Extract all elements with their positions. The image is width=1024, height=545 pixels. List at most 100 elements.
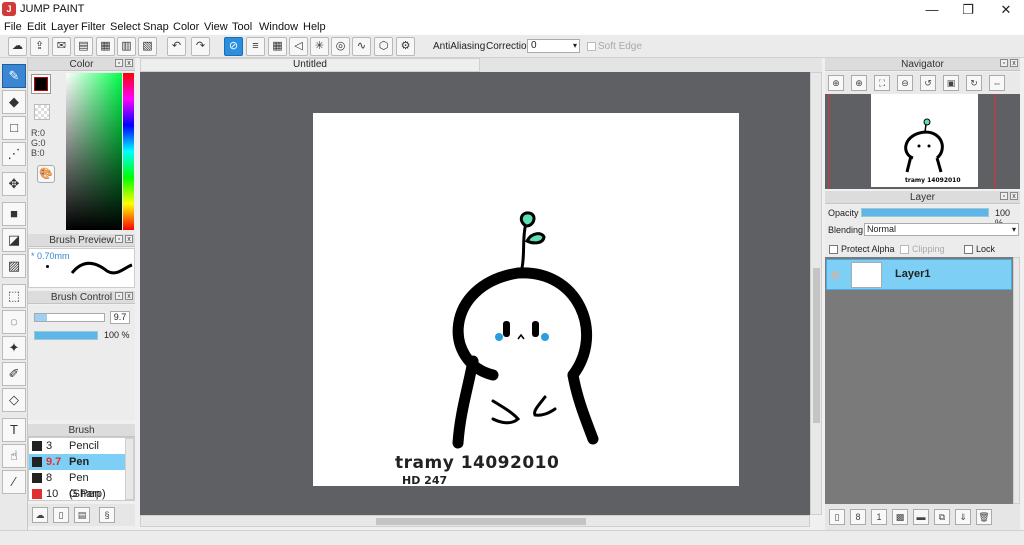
panel-float-icon[interactable]: ▫ (1000, 192, 1008, 200)
horizontal-scroll-thumb[interactable] (376, 518, 586, 525)
actual-size-icon[interactable]: ▣ (943, 75, 959, 91)
new-layer-icon[interactable]: ▯ (829, 509, 845, 525)
layer-folder-icon[interactable]: ▬ (913, 509, 929, 525)
redo-icon[interactable]: ↷ (191, 37, 210, 56)
menu-color[interactable]: Color (173, 21, 199, 33)
select-eraser-icon[interactable]: ◇ (2, 388, 26, 412)
layer-list-scrollbar[interactable] (1013, 257, 1020, 504)
drawing-canvas[interactable]: tramy 14092010 HD 247 (313, 113, 739, 486)
grid-icon[interactable]: ▥ (117, 37, 136, 56)
maximize-button[interactable]: ❐ (950, 0, 986, 19)
fit-icon[interactable]: ⛶ (874, 75, 890, 91)
snap-parallel-icon[interactable]: ≡ (246, 37, 265, 56)
menu-file[interactable]: File (4, 21, 22, 33)
menu-edit[interactable]: Edit (27, 21, 46, 33)
menu-select[interactable]: Select (110, 21, 141, 33)
brush-list-scrollbar[interactable] (125, 438, 134, 500)
snap-settings-icon[interactable]: ⚙ (396, 37, 415, 56)
text-tool-icon[interactable]: T (2, 418, 26, 442)
panel-close-icon[interactable]: x (125, 235, 133, 243)
snap-circle-icon[interactable]: ◎ (331, 37, 350, 56)
brush-cloud-icon[interactable]: ☁ (32, 507, 48, 523)
brush-settings-icon[interactable]: § (99, 507, 115, 523)
panel-close-icon[interactable]: x (1010, 59, 1018, 67)
correction-select[interactable]: 0 ▾ (527, 39, 580, 53)
fill-rect-tool-icon[interactable]: ■ (2, 202, 26, 226)
brush-item-pen[interactable]: 9.7 Pen (29, 454, 125, 470)
minimize-button[interactable]: — (914, 0, 950, 19)
snap-off-icon[interactable]: ⊘ (224, 37, 243, 56)
rotate-right-icon[interactable]: ↻ (966, 75, 982, 91)
rotate-left-icon[interactable]: ↺ (920, 75, 936, 91)
brush-opacity-slider[interactable] (34, 331, 98, 340)
merge-layer-icon[interactable]: ⇓ (955, 509, 971, 525)
panel-close-icon[interactable]: x (125, 292, 133, 300)
eyedropper-tool-icon[interactable]: ⁄ (2, 470, 26, 494)
vertical-scroll-thumb[interactable] (813, 268, 820, 423)
brush-menu-icon[interactable]: ▤ (74, 507, 90, 523)
panel-close-icon[interactable]: x (125, 59, 133, 67)
gradient-tool-icon[interactable]: ▨ (2, 254, 26, 278)
layer-row[interactable]: Layer1 (826, 259, 1012, 290)
palette-icon[interactable]: 🎨 (37, 165, 55, 183)
select-pen-icon[interactable]: ✐ (2, 362, 26, 386)
soft-edge-checkbox[interactable] (587, 42, 596, 51)
blending-select[interactable]: Normal ▾ (864, 223, 1019, 236)
line-tool-icon[interactable]: ⋰ (2, 142, 26, 166)
brush-item-pen-sharp[interactable]: 8 Pen (Sharp) (29, 470, 125, 500)
lock-checkbox[interactable] (964, 245, 973, 254)
shape-tool-icon[interactable]: □ (2, 116, 26, 140)
lasso-select-icon[interactable]: ◌ (2, 310, 26, 334)
menu-tool[interactable]: Tool (232, 21, 252, 33)
hue-slider[interactable] (123, 73, 134, 230)
brush-item-pencil[interactable]: 3 Pencil (29, 438, 125, 454)
panel-float-icon[interactable]: ▫ (115, 59, 123, 67)
visibility-icon[interactable] (831, 271, 839, 279)
new-layer-8bit-icon[interactable]: 8 (850, 509, 866, 525)
menu-filter[interactable]: Filter (81, 21, 105, 33)
delete-layer-icon[interactable]: 🗑 (976, 509, 992, 525)
undo-icon[interactable]: ↶ (167, 37, 186, 56)
close-button[interactable]: ✕ (988, 0, 1024, 19)
menu-help[interactable]: Help (303, 21, 326, 33)
magic-wand-icon[interactable]: ✦ (2, 336, 26, 360)
foreground-swatch[interactable] (31, 74, 51, 94)
protect-alpha-checkbox[interactable] (829, 245, 838, 254)
saturation-value-picker[interactable] (66, 73, 122, 230)
menu-window[interactable]: Window (259, 21, 298, 33)
panel-float-icon[interactable]: ▫ (1000, 59, 1008, 67)
canvas-horizontal-scrollbar[interactable] (140, 515, 810, 527)
new-brush-icon[interactable]: ▯ (53, 507, 69, 523)
brush-size-slider[interactable] (34, 313, 105, 322)
document-icon[interactable]: ▦ (96, 37, 115, 56)
canvas-vertical-scrollbar[interactable] (810, 72, 822, 515)
zoom-plus-icon[interactable]: ⊕ (851, 75, 867, 91)
bucket-tool-icon[interactable]: ◪ (2, 228, 26, 252)
panel-close-icon[interactable]: x (1010, 192, 1018, 200)
cloud-icon[interactable]: ☁ (8, 37, 27, 56)
snap-grid-icon[interactable]: ▦ (268, 37, 287, 56)
brush-tool-icon[interactable]: ✎ (2, 64, 26, 88)
snap-perspective-icon[interactable]: ◁ (289, 37, 308, 56)
background-swatch[interactable] (34, 104, 50, 120)
menu-layer[interactable]: Layer (51, 21, 79, 33)
flip-icon[interactable]: ⇔ (989, 75, 1005, 91)
rect-select-icon[interactable]: ⬚ (2, 284, 26, 308)
halftone-layer-icon[interactable]: ▩ (892, 509, 908, 525)
menu-snap[interactable]: Snap (143, 21, 169, 33)
snap-curve-icon[interactable]: ∿ (352, 37, 371, 56)
panels-icon[interactable]: ▧ (138, 37, 157, 56)
clipping-checkbox[interactable] (900, 245, 909, 254)
news-icon[interactable]: ▤ (74, 37, 93, 56)
brush-size-value[interactable]: 9.7 (110, 311, 130, 324)
menu-view[interactable]: View (204, 21, 228, 33)
snap-radial-icon[interactable]: ✳ (310, 37, 329, 56)
duplicate-layer-icon[interactable]: ⧉ (934, 509, 950, 525)
layer-opacity-slider[interactable] (861, 208, 989, 217)
move-tool-icon[interactable]: ✥ (2, 172, 26, 196)
zoom-in-icon[interactable]: ⊕ (828, 75, 844, 91)
panel-float-icon[interactable]: ▫ (115, 235, 123, 243)
document-tab[interactable]: Untitled (140, 58, 480, 72)
brush-item-g-pen[interactable]: 10 G Pen (29, 486, 125, 502)
zoom-out-icon[interactable]: ⊖ (897, 75, 913, 91)
